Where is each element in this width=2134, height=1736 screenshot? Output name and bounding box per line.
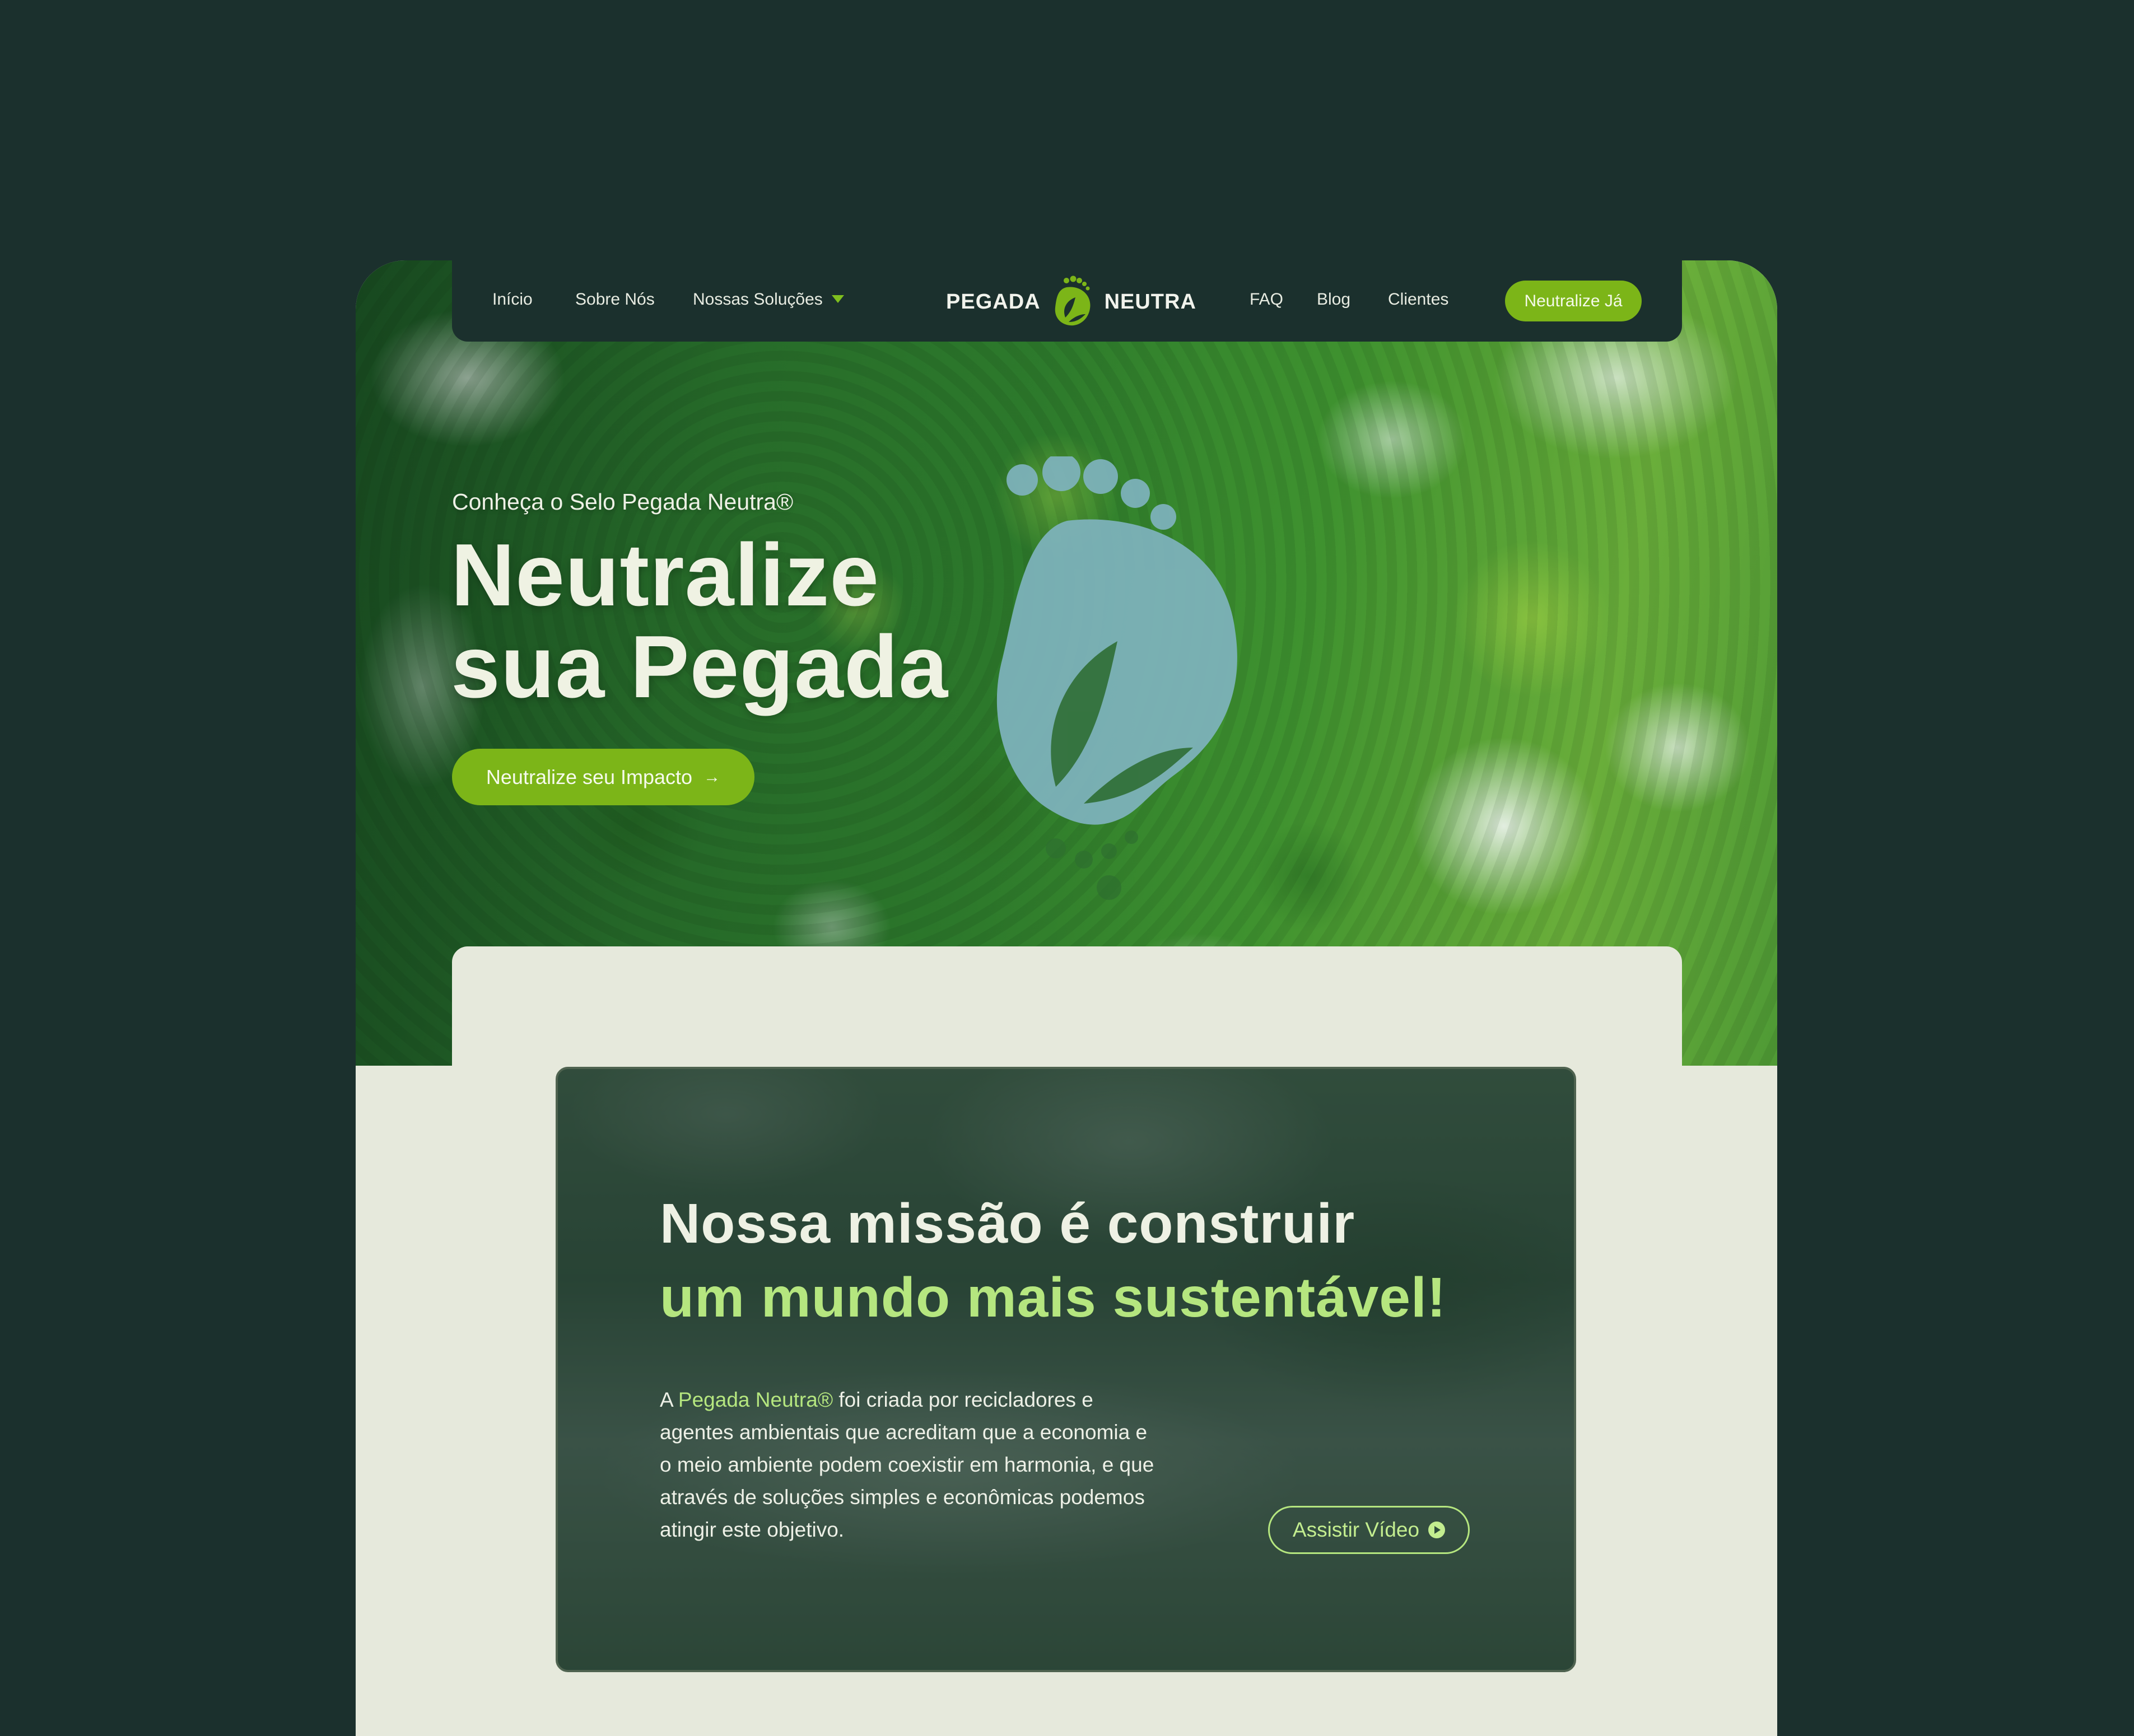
top-navigation: Início Sobre Nós Nossas Soluções PEGADA … [452, 260, 1682, 342]
nav-link-blog[interactable]: Blog [1317, 290, 1350, 309]
nav-link-clientes[interactable]: Clientes [1388, 290, 1448, 309]
arrow-right-icon: → [703, 767, 721, 786]
mission-card: Nossa missão é construir um mundo mais s… [556, 1067, 1576, 1672]
nav-link-faq[interactable]: FAQ [1250, 290, 1283, 309]
play-circle-icon [1428, 1522, 1446, 1538]
mission-title-line-1: Nossa missão é construir [660, 1192, 1355, 1255]
watch-video-button[interactable]: Assistir Vídeo [1268, 1506, 1470, 1554]
hero-eyebrow: Conheça o Selo Pegada Neutra® [452, 489, 794, 515]
mission-description: A Pegada Neutra® foi criada por reciclad… [660, 1384, 1164, 1546]
watch-video-label: Assistir Vídeo [1292, 1518, 1420, 1541]
mission-title-line-2: um mundo mais sustentável! [660, 1266, 1447, 1329]
neutralize-impact-button[interactable]: Neutralize seu Impacto → [452, 749, 754, 805]
hero-cta-label: Neutralize seu Impacto [486, 765, 693, 788]
chevron-down-icon [831, 295, 844, 303]
nav-link-inicio[interactable]: Início [492, 290, 533, 309]
page-frame: Início Sobre Nós Nossas Soluções PEGADA … [356, 260, 1777, 1736]
nav-link-sobre-nos[interactable]: Sobre Nós [575, 290, 655, 309]
mission-title: Nossa missão é construir um mundo mais s… [660, 1187, 1446, 1334]
headline-line-2: sua Pegada [451, 618, 949, 716]
footprint-leaf-icon [1055, 276, 1091, 326]
nav-dropdown-label: Nossas Soluções [693, 290, 823, 309]
logo-word-right: NEUTRA [1104, 290, 1196, 314]
footprint-lake-image [996, 456, 1237, 900]
headline-line-1: Neutralize [451, 526, 880, 624]
mission-body-brand: Pegada Neutra® [678, 1388, 833, 1411]
brand-logo[interactable]: PEGADA NEUTRA [946, 275, 1196, 329]
nav-link-nossas-solucoes[interactable]: Nossas Soluções [693, 290, 844, 309]
mission-body-prefix: A [660, 1388, 678, 1411]
hero-headline: Neutralize sua Pegada [451, 529, 948, 713]
logo-word-left: PEGADA [946, 290, 1041, 314]
neutralize-ja-button[interactable]: Neutralize Já [1505, 281, 1642, 321]
